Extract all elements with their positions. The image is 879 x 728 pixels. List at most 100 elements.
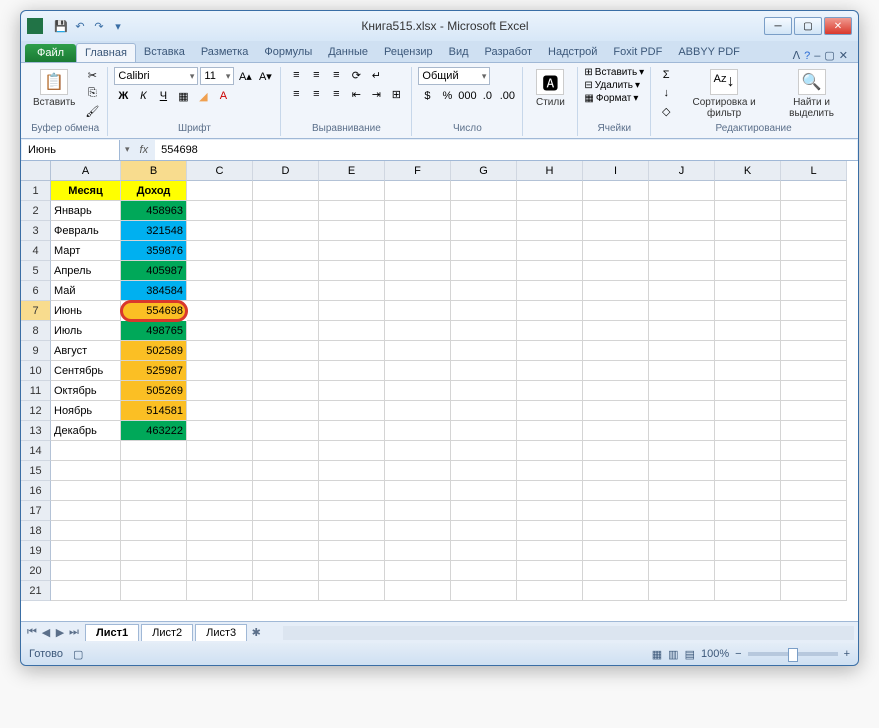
- cell-I2[interactable]: [583, 201, 649, 221]
- insert-cells-button[interactable]: ⊞ Вставить ▾: [584, 67, 644, 78]
- cell-E11[interactable]: [319, 381, 385, 401]
- cell-L3[interactable]: [781, 221, 847, 241]
- qat-more-icon[interactable]: ▾: [110, 18, 126, 34]
- ribbon-tab-0[interactable]: Главная: [76, 43, 136, 62]
- cell-A17[interactable]: [51, 501, 121, 521]
- row-header-13[interactable]: 13: [21, 421, 51, 441]
- cell-B2[interactable]: 458963: [121, 201, 187, 221]
- ribbon-tab-5[interactable]: Рецензир: [376, 43, 441, 62]
- cell-C11[interactable]: [187, 381, 253, 401]
- cell-L1[interactable]: [781, 181, 847, 201]
- save-icon[interactable]: 💾: [53, 18, 69, 34]
- cut-icon[interactable]: ✂: [83, 67, 101, 83]
- cell-E8[interactable]: [319, 321, 385, 341]
- cell-L19[interactable]: [781, 541, 847, 561]
- cell-B21[interactable]: [121, 581, 187, 601]
- cell-C2[interactable]: [187, 201, 253, 221]
- cell-K3[interactable]: [715, 221, 781, 241]
- cell-A20[interactable]: [51, 561, 121, 581]
- align-middle-icon[interactable]: ≡: [307, 67, 325, 83]
- row-header-1[interactable]: 1: [21, 181, 51, 201]
- cell-K16[interactable]: [715, 481, 781, 501]
- cell-L7[interactable]: [781, 301, 847, 321]
- cell-A9[interactable]: Август: [51, 341, 121, 361]
- cell-G19[interactable]: [451, 541, 517, 561]
- window-restore-icon[interactable]: ▢: [824, 49, 834, 62]
- cell-B13[interactable]: 463222: [121, 421, 187, 441]
- delete-cells-button[interactable]: ⊟ Удалить ▾: [584, 80, 640, 91]
- cell-K17[interactable]: [715, 501, 781, 521]
- cell-J1[interactable]: [649, 181, 715, 201]
- cell-F21[interactable]: [385, 581, 451, 601]
- cell-J21[interactable]: [649, 581, 715, 601]
- help-icon[interactable]: ?: [804, 50, 810, 62]
- cell-K1[interactable]: [715, 181, 781, 201]
- decrease-decimal-icon[interactable]: .00: [498, 88, 516, 104]
- cell-B17[interactable]: [121, 501, 187, 521]
- cell-B10[interactable]: 525987: [121, 361, 187, 381]
- column-header-D[interactable]: D: [253, 161, 319, 181]
- cell-H4[interactable]: [517, 241, 583, 261]
- cell-H21[interactable]: [517, 581, 583, 601]
- increase-decimal-icon[interactable]: .0: [478, 88, 496, 104]
- cell-K11[interactable]: [715, 381, 781, 401]
- cell-K7[interactable]: [715, 301, 781, 321]
- cell-I3[interactable]: [583, 221, 649, 241]
- orientation-icon[interactable]: ⟳: [347, 67, 365, 83]
- cell-A7[interactable]: Июнь: [51, 301, 121, 321]
- cell-L18[interactable]: [781, 521, 847, 541]
- cell-G13[interactable]: [451, 421, 517, 441]
- cell-G16[interactable]: [451, 481, 517, 501]
- find-select-button[interactable]: 🔍 Найти и выделить: [773, 67, 850, 121]
- row-header-6[interactable]: 6: [21, 281, 51, 301]
- cell-B6[interactable]: 384584: [121, 281, 187, 301]
- window-close-icon[interactable]: ✕: [839, 49, 848, 62]
- cell-H19[interactable]: [517, 541, 583, 561]
- cell-F18[interactable]: [385, 521, 451, 541]
- ribbon-tab-4[interactable]: Данные: [320, 43, 376, 62]
- cell-F8[interactable]: [385, 321, 451, 341]
- fx-icon[interactable]: fx: [134, 144, 155, 156]
- column-header-E[interactable]: E: [319, 161, 385, 181]
- cell-A19[interactable]: [51, 541, 121, 561]
- cell-J20[interactable]: [649, 561, 715, 581]
- zoom-in-icon[interactable]: +: [844, 648, 850, 660]
- cell-D17[interactable]: [253, 501, 319, 521]
- cell-H9[interactable]: [517, 341, 583, 361]
- cell-I21[interactable]: [583, 581, 649, 601]
- cell-J11[interactable]: [649, 381, 715, 401]
- cell-H20[interactable]: [517, 561, 583, 581]
- sort-filter-button[interactable]: ᴬᶻ↓ Сортировка и фильтр: [679, 67, 769, 121]
- cell-H14[interactable]: [517, 441, 583, 461]
- cell-I12[interactable]: [583, 401, 649, 421]
- cell-I10[interactable]: [583, 361, 649, 381]
- macro-recorder-icon[interactable]: ▢: [73, 648, 83, 661]
- cell-I18[interactable]: [583, 521, 649, 541]
- close-button[interactable]: ✕: [824, 17, 852, 35]
- wrap-text-icon[interactable]: ↵: [367, 67, 385, 83]
- cell-G10[interactable]: [451, 361, 517, 381]
- cell-E3[interactable]: [319, 221, 385, 241]
- font-size-combo[interactable]: 11▾: [200, 67, 234, 85]
- sheet-nav-first-icon[interactable]: ⏮: [25, 626, 39, 640]
- cell-L11[interactable]: [781, 381, 847, 401]
- cell-D6[interactable]: [253, 281, 319, 301]
- cell-F10[interactable]: [385, 361, 451, 381]
- cell-I1[interactable]: [583, 181, 649, 201]
- merge-icon[interactable]: ⊞: [387, 86, 405, 102]
- cell-F9[interactable]: [385, 341, 451, 361]
- cell-A4[interactable]: Март: [51, 241, 121, 261]
- cell-G12[interactable]: [451, 401, 517, 421]
- cell-D20[interactable]: [253, 561, 319, 581]
- border-icon[interactable]: ▦: [174, 88, 192, 104]
- cell-K18[interactable]: [715, 521, 781, 541]
- percent-icon[interactable]: %: [438, 88, 456, 104]
- cell-J7[interactable]: [649, 301, 715, 321]
- cell-G1[interactable]: [451, 181, 517, 201]
- cell-H1[interactable]: [517, 181, 583, 201]
- column-header-L[interactable]: L: [781, 161, 847, 181]
- font-name-combo[interactable]: Calibri▾: [114, 67, 198, 85]
- cell-I14[interactable]: [583, 441, 649, 461]
- row-header-4[interactable]: 4: [21, 241, 51, 261]
- ribbon-tab-7[interactable]: Разработ: [477, 43, 540, 62]
